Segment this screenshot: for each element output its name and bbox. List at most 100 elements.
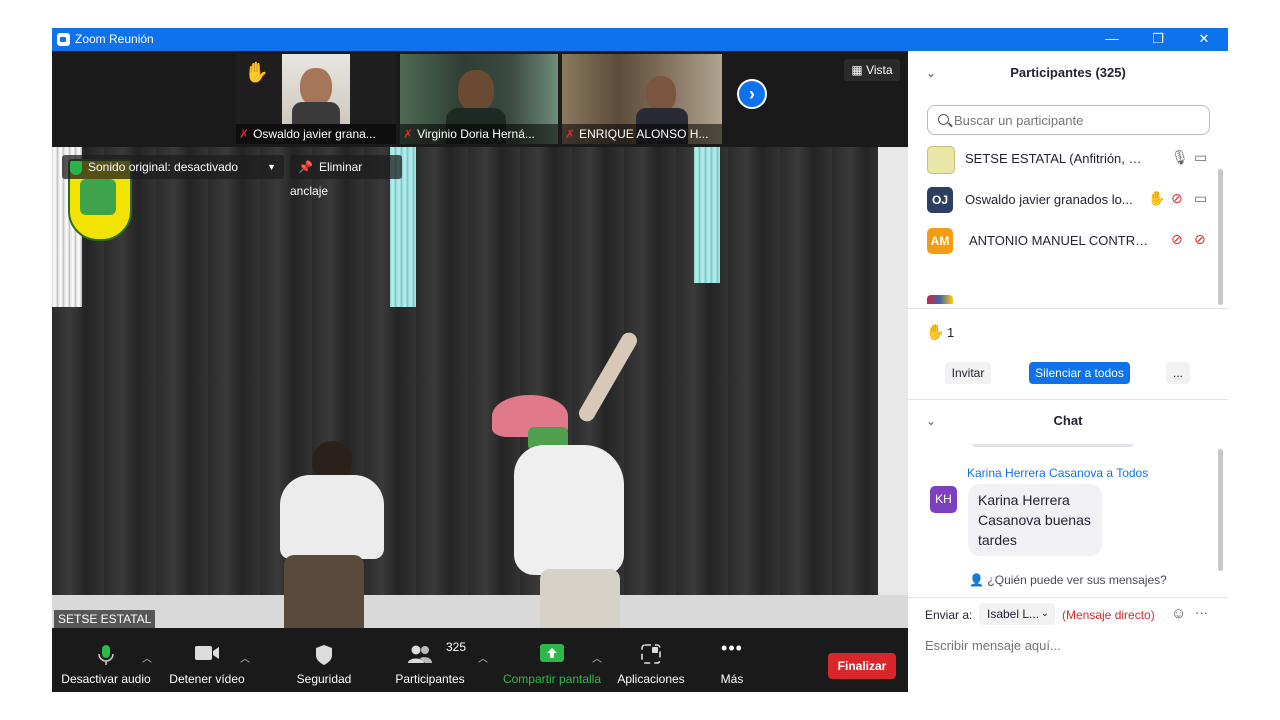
avatar <box>927 295 953 304</box>
gallery-strip: ✋ ✗ Oswaldo javier grana... ✗ Virginio Dor… <box>52 51 908 147</box>
apps-icon <box>641 644 661 664</box>
chat-message-input[interactable] <box>925 635 1215 655</box>
original-sound-toggle[interactable]: Sonido original: desactivado ▼ <box>62 155 284 179</box>
direct-message-label: (Mensaje directo) <box>1062 608 1155 622</box>
chat-sender: Karina Herrera Casanova a Todos <box>967 466 1149 480</box>
mic-muted-icon[interactable]: ⊘ <box>1171 231 1183 248</box>
microphone-icon[interactable]: 🎙 <box>1171 149 1189 166</box>
video-camera-icon[interactable]: ▭ <box>1194 190 1207 207</box>
chevron-down-icon: ▼ <box>267 162 276 172</box>
share-options-caret[interactable]: ︿ <box>592 650 602 665</box>
search-input[interactable] <box>954 106 1204 134</box>
minimize-button[interactable]: — <box>1089 28 1135 51</box>
raised-hand-icon: ✋ <box>926 324 945 341</box>
unpin-button[interactable]: 📌 Eliminar anclaje <box>290 155 402 198</box>
participant-row[interactable]: SETSE ESTATAL (Anfitrión, yo) 🎙 ▭ <box>926 139 1216 179</box>
video-off-icon[interactable]: ⊘ <box>1194 231 1206 248</box>
next-page-button[interactable]: › <box>737 79 767 109</box>
shield-icon <box>316 645 332 665</box>
restore-button[interactable]: ❐ <box>1135 28 1181 51</box>
ribbon-decoration <box>694 147 720 283</box>
title-bar: Zoom Reunión — ❐ ✕ <box>52 28 1228 51</box>
zoom-logo-icon <box>57 33 70 46</box>
stage-floor <box>52 595 908 628</box>
participant-row[interactable]: AM ANTONIO MANUEL CONTRER... ⊘ ⊘ <box>926 221 1216 261</box>
more-dots-icon[interactable]: ··· <box>1195 605 1208 620</box>
chat-scrollbar[interactable] <box>1218 449 1223 571</box>
who-can-see-link[interactable]: 👤 ¿Quién puede ver sus mensajes? <box>908 573 1228 587</box>
zoom-window: Zoom Reunión — ❐ ✕ ✋ ✗ Oswaldo javier gra… <box>52 28 1228 692</box>
meeting-toolbar: Desactivar audio ︿ Detener vídeo ︿ Segur… <box>52 628 908 692</box>
video-tile[interactable]: ✗ ENRIQUE ALONSO H... <box>562 54 722 144</box>
mute-all-button[interactable]: Silenciar a todos <box>1029 362 1130 384</box>
chevron-right-icon: › <box>749 84 755 104</box>
mic-muted-icon[interactable]: ⊘ <box>1171 190 1183 207</box>
avatar <box>927 146 955 174</box>
previous-message-edge <box>972 444 1134 447</box>
chevron-down-icon[interactable]: ⌄ <box>926 406 936 436</box>
video-options-caret[interactable]: ︿ <box>240 650 250 665</box>
security-button[interactable]: Seguridad <box>284 628 364 692</box>
stage-wall <box>878 147 908 617</box>
participants-count: 325 <box>446 640 467 654</box>
share-screen-button[interactable]: Compartir pantalla <box>500 628 604 692</box>
stage-curtain <box>52 147 892 617</box>
mic-muted-icon: ✗ <box>239 127 250 141</box>
side-panel: ⌄ Participantes (325) SETSE ESTATAL (Anf… <box>908 51 1228 692</box>
grid-icon: ▦ <box>851 63 867 77</box>
stop-video-button[interactable]: Detener vídeo <box>162 628 252 692</box>
more-button[interactable]: ••• Más <box>702 628 762 692</box>
avatar: OJ <box>927 187 953 213</box>
more-dots-icon: ••• <box>721 638 743 658</box>
chat-message: Karina Herrera Casanova buenas tardes <box>968 484 1102 556</box>
raised-hand-icon: ✋ <box>244 62 269 84</box>
person-lock-icon: 👤 <box>969 573 985 587</box>
close-button[interactable]: ✕ <box>1181 28 1227 51</box>
dancer-figure <box>492 327 682 628</box>
video-camera-icon[interactable]: ▭ <box>1194 149 1207 166</box>
dancer-figure <box>260 435 390 628</box>
tile-name: ✗ ENRIQUE ALONSO H... <box>562 124 722 144</box>
tile-name: ✗ Virginio Doria Herná... <box>400 124 558 144</box>
shield-check-icon <box>70 160 82 175</box>
mute-audio-button[interactable]: Desactivar audio <box>56 628 156 692</box>
participant-search[interactable] <box>927 105 1210 135</box>
divider <box>908 597 1228 598</box>
participants-scrollbar[interactable] <box>1218 169 1223 305</box>
window-title: Zoom Reunión <box>75 32 154 46</box>
video-tile[interactable]: ✗ Virginio Doria Herná... <box>400 54 558 144</box>
raised-hand-count: 1 <box>947 325 955 340</box>
participants-button[interactable]: 325 Participantes <box>390 628 470 692</box>
audio-options-caret[interactable]: ︿ <box>142 650 152 665</box>
microphone-icon <box>98 645 114 665</box>
emoji-icon[interactable]: ☺ <box>1171 605 1186 622</box>
raised-hand-icon: ✋ <box>1148 190 1166 206</box>
divider <box>908 399 1228 400</box>
chat-header: ⌄ Chat <box>908 406 1228 436</box>
main-video: Sonido original: desactivado ▼ 📌 Eliminar … <box>52 147 908 628</box>
avatar: AM <box>927 228 953 254</box>
send-to-label: Enviar a: <box>925 608 973 622</box>
mic-muted-icon: ✗ <box>565 127 576 141</box>
mic-muted-icon: ✗ <box>403 127 414 141</box>
apps-button[interactable]: Aplicaciones <box>610 628 692 692</box>
participants-options-caret[interactable]: ︿ <box>478 650 488 665</box>
participant-video <box>282 54 350 124</box>
more-options-button[interactable]: ... <box>1166 362 1190 384</box>
video-camera-icon <box>195 646 219 660</box>
avatar: KH <box>930 486 957 513</box>
participants-icon <box>408 645 432 663</box>
view-button[interactable]: ▦ Vista <box>844 59 900 81</box>
chevron-down-icon: ⌄ <box>1040 608 1049 619</box>
chevron-down-icon[interactable]: ⌄ <box>926 58 936 88</box>
tile-name: ✗ Oswaldo javier grana... <box>236 124 396 144</box>
share-screen-icon <box>540 644 564 662</box>
speaker-name-label: SETSE ESTATAL <box>54 610 156 628</box>
participants-header: ⌄ Participantes (325) <box>908 58 1228 88</box>
end-meeting-button[interactable]: Finalizar <box>828 653 896 679</box>
invite-button[interactable]: Invitar <box>945 362 991 384</box>
participant-row[interactable]: OJ Oswaldo javier granados lo... ✋ ⊘ ▭ <box>926 180 1216 220</box>
divider <box>908 308 1228 309</box>
video-tile[interactable]: ✋ ✗ Oswaldo javier grana... <box>236 54 396 144</box>
recipient-select[interactable]: Isabel L... ⌄ <box>979 603 1055 625</box>
